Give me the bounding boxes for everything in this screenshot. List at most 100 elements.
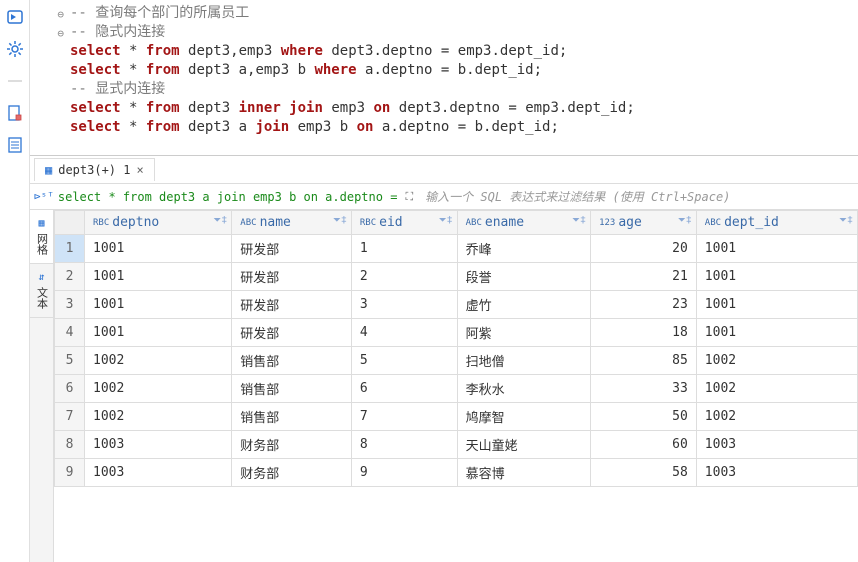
code-line: select * from dept3 inner join emp3 on d… [70, 99, 858, 118]
column-name: name [260, 215, 291, 230]
column-header-eid[interactable]: RBCeid ⏷‡ [351, 211, 457, 235]
cell[interactable]: 23 [591, 291, 697, 319]
result-grid[interactable]: RBCdeptno⏷‡ABCname⏷‡RBCeid⏷‡ABCename⏷‡12… [54, 210, 858, 562]
column-filter-icon[interactable]: ⏷‡ [439, 215, 453, 226]
cell[interactable]: 1003 [85, 459, 232, 487]
cell[interactable]: 8 [351, 431, 457, 459]
column-type-icon: RBC [360, 218, 376, 228]
column-header-age[interactable]: 123age⏷‡ [591, 211, 697, 235]
cell[interactable]: 1003 [85, 431, 232, 459]
cell[interactable]: 1002 [85, 347, 232, 375]
close-icon[interactable]: × [136, 163, 143, 177]
cell[interactable]: 1001 [696, 263, 857, 291]
cell[interactable]: 1002 [696, 375, 857, 403]
column-filter-icon[interactable]: ⏷‡ [333, 215, 347, 226]
cell[interactable]: 1002 [85, 375, 232, 403]
cell[interactable]: 1003 [696, 431, 857, 459]
cell[interactable]: 1001 [85, 291, 232, 319]
sql-editor[interactable]: ⊖ ⊖ -- 查询每个部门的所属员工 -- 隐式内连接 select * fro… [30, 0, 858, 156]
table-row[interactable]: 11001研发部1乔峰201001 [55, 235, 858, 263]
run-icon[interactable] [6, 8, 24, 26]
cell[interactable]: 李秋水 [457, 375, 590, 403]
cell[interactable]: 销售部 [232, 347, 352, 375]
cell[interactable]: 1001 [85, 319, 232, 347]
cell[interactable]: 7 [351, 403, 457, 431]
cell[interactable]: 21 [591, 263, 697, 291]
table-row[interactable]: 71002销售部7鸠摩智501002 [55, 403, 858, 431]
cell[interactable]: 2 [351, 263, 457, 291]
cell[interactable]: 85 [591, 347, 697, 375]
cell[interactable]: 乔峰 [457, 235, 590, 263]
cell[interactable]: 财务部 [232, 459, 352, 487]
cell[interactable]: 1001 [696, 319, 857, 347]
column-name: dept_id [724, 215, 779, 230]
column-filter-icon[interactable]: ⏷‡ [839, 215, 853, 226]
result-tab[interactable]: ▦ dept3(+) 1 × [34, 158, 155, 181]
side-tab-text[interactable]: ⇵文本 [30, 264, 53, 318]
row-number: 9 [55, 459, 85, 487]
cell[interactable]: 20 [591, 235, 697, 263]
cell[interactable]: 鸠摩智 [457, 403, 590, 431]
column-header-dept_id[interactable]: ABCdept_id⏷‡ [696, 211, 857, 235]
table-row[interactable]: 31001研发部3虚竹231001 [55, 291, 858, 319]
cell[interactable]: 5 [351, 347, 457, 375]
filter-input[interactable]: 输入一个 SQL 表达式来过滤结果 (使用 Ctrl+Space) [421, 188, 858, 205]
cell[interactable]: 58 [591, 459, 697, 487]
cell[interactable]: 4 [351, 319, 457, 347]
cell[interactable]: 1001 [696, 235, 857, 263]
cell[interactable]: 1001 [696, 291, 857, 319]
column-filter-icon[interactable]: ⏷‡ [678, 215, 692, 226]
column-header-ename[interactable]: ABCename⏷‡ [457, 211, 590, 235]
cell[interactable]: 销售部 [232, 375, 352, 403]
cell[interactable]: 50 [591, 403, 697, 431]
cell[interactable]: 1002 [696, 347, 857, 375]
cell[interactable]: 研发部 [232, 263, 352, 291]
cell[interactable]: 1002 [85, 403, 232, 431]
side-tabs: ▦网格 ⇵文本 [30, 210, 54, 562]
column-filter-icon[interactable]: ⏷‡ [572, 215, 586, 226]
cell[interactable]: 研发部 [232, 235, 352, 263]
cell[interactable]: 扫地僧 [457, 347, 590, 375]
code-lines[interactable]: -- 查询每个部门的所属员工 -- 隐式内连接 select * from de… [70, 4, 858, 137]
cell[interactable]: 9 [351, 459, 457, 487]
cell[interactable]: 33 [591, 375, 697, 403]
cell[interactable]: 18 [591, 319, 697, 347]
cell[interactable]: 阿紫 [457, 319, 590, 347]
column-filter-icon[interactable]: ⏷‡ [213, 215, 227, 226]
cell[interactable]: 3 [351, 291, 457, 319]
column-name: eid [379, 215, 402, 230]
settings-icon[interactable] [6, 40, 24, 58]
schema-icon[interactable] [6, 136, 24, 154]
cell[interactable]: 研发部 [232, 291, 352, 319]
cell[interactable]: 1001 [85, 263, 232, 291]
column-header-deptno[interactable]: RBCdeptno⏷‡ [85, 211, 232, 235]
table-row[interactable]: 41001研发部4阿紫181001 [55, 319, 858, 347]
cell[interactable]: 虚竹 [457, 291, 590, 319]
cell[interactable]: 研发部 [232, 319, 352, 347]
cell[interactable]: 1003 [696, 459, 857, 487]
text-icon: ⇵ [38, 272, 44, 283]
column-header-name[interactable]: ABCname⏷‡ [232, 211, 352, 235]
document-icon[interactable] [6, 104, 24, 122]
code-line: select * from dept3 a join emp3 b on a.d… [70, 118, 858, 137]
expand-icon[interactable]: ⛶ [401, 190, 417, 204]
result-area: ▦网格 ⇵文本 RBCdeptno⏷‡ABCname⏷‡RBCeid⏷‡ABCe… [30, 210, 858, 562]
table-row[interactable]: 91003财务部9慕容博581003 [55, 459, 858, 487]
table-row[interactable]: 81003财务部8天山童姥601003 [55, 431, 858, 459]
cell[interactable]: 财务部 [232, 431, 352, 459]
cell[interactable]: 6 [351, 375, 457, 403]
cell[interactable]: 1 [351, 235, 457, 263]
table-row[interactable]: 61002销售部6李秋水331002 [55, 375, 858, 403]
grid-icon: ▦ [45, 163, 52, 177]
cell[interactable]: 1002 [696, 403, 857, 431]
cell[interactable]: 1001 [85, 235, 232, 263]
side-tab-grid[interactable]: ▦网格 [30, 210, 53, 264]
table-row[interactable]: 51002销售部5扫地僧851002 [55, 347, 858, 375]
cell[interactable]: 段誉 [457, 263, 590, 291]
cell[interactable]: 天山童姥 [457, 431, 590, 459]
cell[interactable]: 60 [591, 431, 697, 459]
cell[interactable]: 慕容博 [457, 459, 590, 487]
code-comment: -- 显式内连接 [70, 81, 165, 97]
cell[interactable]: 销售部 [232, 403, 352, 431]
table-row[interactable]: 21001研发部2段誉211001 [55, 263, 858, 291]
